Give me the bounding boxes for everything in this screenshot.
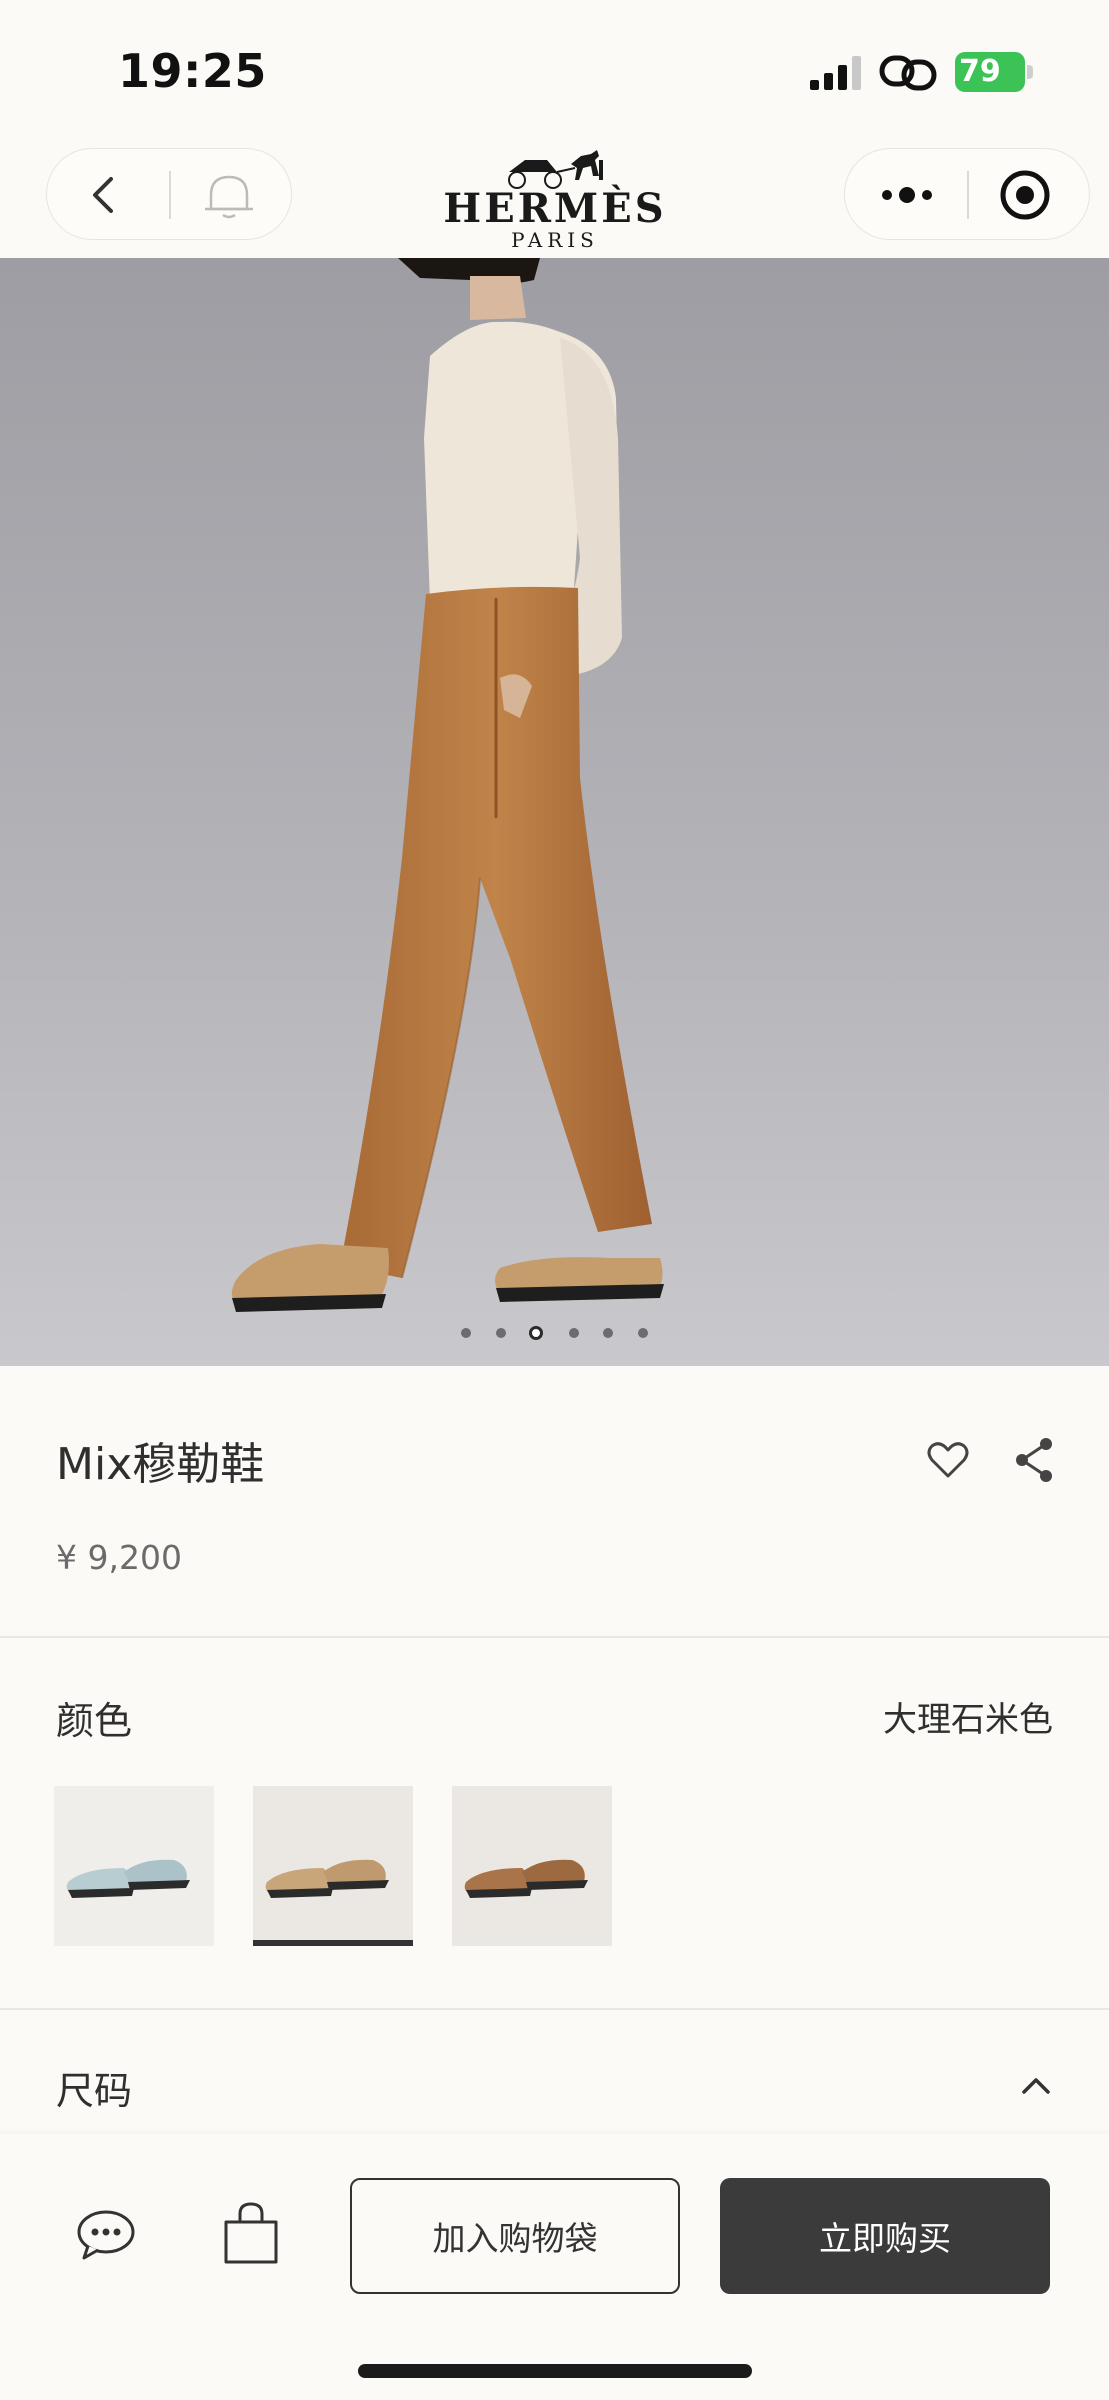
shoe-thumbnail <box>253 1786 413 1946</box>
battery-level: 79 <box>959 54 1001 89</box>
brand-logo: HERMÈS PARIS <box>440 146 670 256</box>
product-title: Mix穆勒鞋 <box>56 1439 265 1490</box>
heart-icon[interactable] <box>924 1436 972 1484</box>
carousel-indicator[interactable] <box>0 1324 1109 1344</box>
nav-capsule-left <box>46 148 292 240</box>
buy-now-button[interactable]: 立即购买 <box>720 2178 1050 2294</box>
divider <box>0 2008 1109 2010</box>
status-time: 19:25 <box>118 44 267 98</box>
chat-icon[interactable] <box>74 2204 138 2264</box>
battery-icon: 79 <box>955 52 1033 92</box>
shoe-thumbnail <box>54 1786 214 1946</box>
color-swatch-marble-beige[interactable] <box>253 1786 413 1946</box>
add-to-bag-button[interactable]: 加入购物袋 <box>350 2178 680 2294</box>
model-photo <box>0 258 1109 1366</box>
selected-color-name: 大理石米色 <box>883 1700 1053 1740</box>
divider <box>967 171 969 219</box>
share-icon[interactable] <box>1012 1436 1056 1484</box>
size-label[interactable]: 尺码 <box>56 2060 132 2115</box>
status-bar: 19:25 79 <box>0 0 1109 140</box>
shopping-bag-icon[interactable] <box>220 2200 282 2266</box>
more-dots-icon[interactable] <box>875 173 939 217</box>
divider <box>0 1636 1109 1638</box>
chevron-up-icon[interactable] <box>1018 2070 1054 2100</box>
carousel-dot-active[interactable] <box>529 1326 543 1340</box>
carousel-dot[interactable] <box>569 1328 579 1338</box>
signal-icon <box>810 56 861 90</box>
product-price: ¥ 9,200 <box>56 1538 182 1577</box>
target-icon[interactable] <box>997 167 1053 223</box>
product-hero-image[interactable] <box>0 258 1109 1366</box>
carousel-dot[interactable] <box>496 1328 506 1338</box>
home-indicator[interactable] <box>358 2364 752 2378</box>
color-label: 颜色 <box>56 1699 133 1743</box>
brand-name: HERMÈS <box>443 185 667 232</box>
divider <box>169 171 171 219</box>
chevron-left-icon[interactable] <box>77 167 133 223</box>
nav-capsule-right <box>844 148 1090 240</box>
carousel-dot[interactable] <box>603 1328 613 1338</box>
carriage-logo-icon <box>508 150 603 189</box>
bell-icon[interactable] <box>199 165 259 225</box>
link-icon <box>879 55 937 91</box>
shoe-thumbnail <box>452 1786 612 1946</box>
carousel-dot[interactable] <box>638 1328 648 1338</box>
color-swatch-brown[interactable] <box>452 1786 612 1946</box>
color-swatch-light-blue[interactable] <box>54 1786 214 1946</box>
carousel-dot[interactable] <box>461 1328 471 1338</box>
